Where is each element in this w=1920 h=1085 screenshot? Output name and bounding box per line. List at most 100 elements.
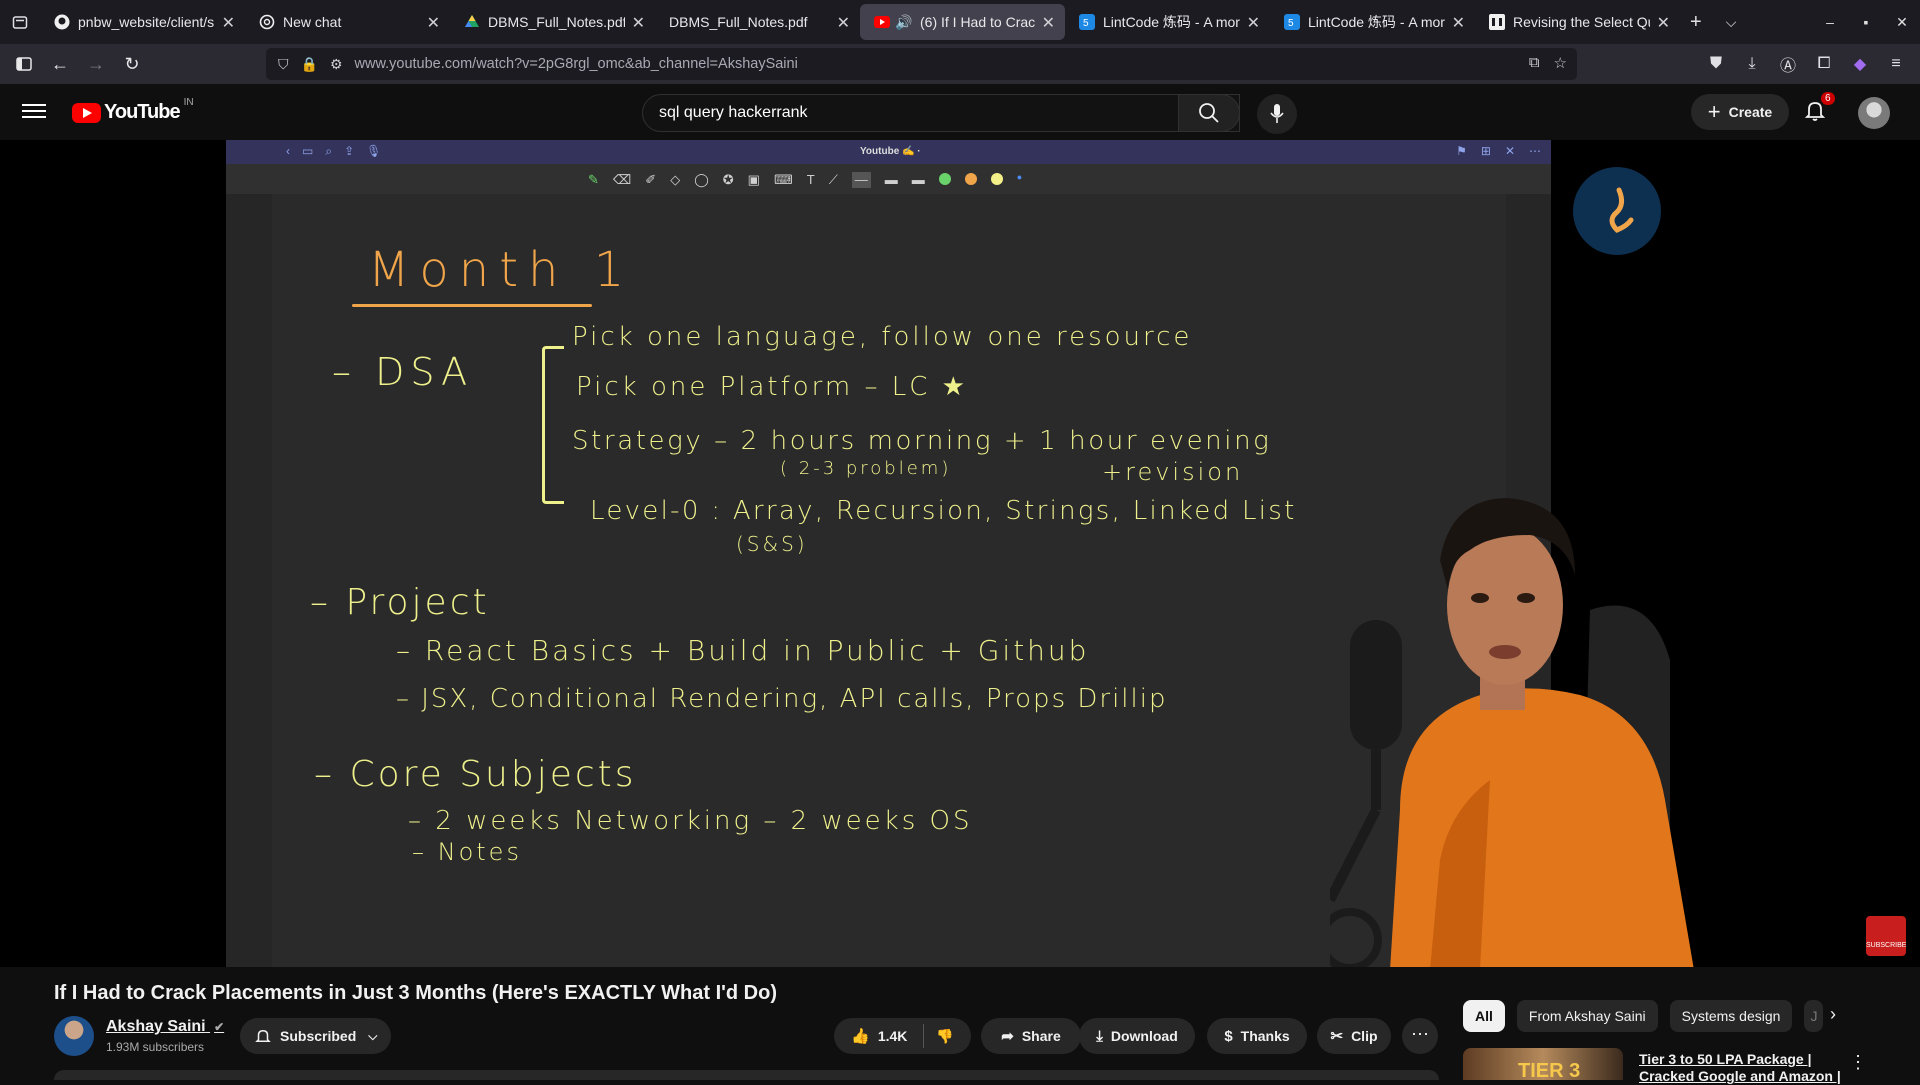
chip-systems-design[interactable]: Systems design [1669, 1000, 1793, 1032]
dsa-item: Strategy – 2 hours morning + 1 hour even… [572, 426, 1272, 456]
channel-watermark[interactable] [1573, 167, 1661, 255]
extensions-icon[interactable]: ⧠ [1810, 55, 1838, 73]
download-icon: ⤓ [1096, 1027, 1103, 1045]
channel-name-text[interactable]: Akshay Saini [106, 1018, 206, 1035]
reload-icon[interactable]: ↻ [114, 48, 150, 80]
dislike-icon[interactable]: 👎 [936, 1028, 953, 1045]
close-tab-icon[interactable]: ✕ [1042, 13, 1055, 33]
share-label: Share [1021, 1028, 1061, 1044]
back-icon[interactable]: ← [42, 48, 78, 80]
voice-search-button[interactable] [1257, 94, 1297, 134]
url-text[interactable]: www.youtube.com/watch?v=2pG8rgl_omc&ab_c… [355, 56, 798, 72]
search-query[interactable]: sql query hackerrank [659, 104, 808, 122]
menu-icon[interactable]: ≡ [1882, 55, 1910, 73]
clip-label: Clip [1351, 1028, 1378, 1044]
subscribe-watermark[interactable]: SUBSCRIBE [1866, 916, 1906, 956]
chip-all[interactable]: All [1463, 1000, 1505, 1032]
dsa-item: Pick one Platform – LC ★ [576, 372, 968, 402]
hamburger-menu-icon[interactable] [22, 100, 46, 124]
line-width-icon: — [851, 172, 871, 188]
youtube-logo[interactable]: YouTube IN [72, 97, 194, 124]
tab-title: DBMS_Full_Notes.pdf [669, 14, 808, 30]
more-vert-icon[interactable]: ⋮ [1849, 1052, 1867, 1073]
back-chevron-icon: ‹ [286, 144, 290, 158]
share-button[interactable]: ➦ Share [981, 1018, 1081, 1054]
close-tab-icon[interactable]: ✕ [837, 13, 850, 33]
description-box[interactable] [54, 1070, 1439, 1080]
sidebar-icon: ▭ [302, 144, 314, 158]
tab-title: pnbw_website/client/src [78, 14, 215, 30]
video-player[interactable]: ‹ ▭ ⌕ ⇪ 🎙 Youtube ✍️ · ⚑ ⊞ ✕ ⋯ ✎ ⌫ ✐ ◇ ◯… [0, 140, 1920, 967]
browser-tab[interactable]: New chat ✕ [245, 4, 450, 40]
recommendation-chips: All From Akshay Saini Systems design J [1463, 1000, 1824, 1032]
like-count[interactable]: 1.4K [878, 1028, 908, 1044]
chip-truncated[interactable]: J [1804, 1000, 1824, 1032]
speaker-icon[interactable]: 🔊 [895, 14, 912, 30]
level-note: (S&S) [736, 532, 808, 556]
account-icon[interactable]: Ⓐ [1774, 52, 1802, 76]
close-window-icon[interactable]: ✕ [1884, 14, 1920, 31]
create-button[interactable]: + Create [1691, 94, 1789, 130]
bookmark-star-icon[interactable]: ☆ [1554, 54, 1567, 72]
create-label: Create [1728, 104, 1773, 120]
like-icon[interactable]: 👍 [851, 1027, 870, 1045]
download-button[interactable]: ⤓ Download [1079, 1018, 1195, 1054]
chip-from-channel[interactable]: From Akshay Saini [1516, 1000, 1658, 1032]
lock-icon[interactable]: 🔒 [301, 56, 318, 73]
watermark-label: SUBSCRIBE [1866, 942, 1907, 949]
browser-tab[interactable]: DBMS_Full_Notes.pdf ✕ [655, 4, 860, 40]
close-tab-icon[interactable]: ✕ [632, 13, 645, 33]
browser-tab[interactable]: 5 LintCode 炼码 - A more ✕ [1270, 4, 1475, 40]
image-icon: ▣ [747, 172, 760, 187]
url-bar[interactable]: ⛉ 🔒 ⚙ www.youtube.com/watch?v=2pG8rgl_om… [266, 48, 1577, 80]
plus-icon: + [1707, 99, 1721, 124]
new-tab-icon[interactable]: + [1690, 11, 1702, 34]
browser-tab[interactable]: DBMS_Full_Notes.pdf - ✕ [450, 4, 655, 40]
shield-icon[interactable]: ⛉ [278, 56, 289, 73]
clip-button[interactable]: ✂ Clip [1317, 1018, 1391, 1054]
close-tab-icon[interactable]: ✕ [222, 13, 235, 33]
project-label: – Project [310, 582, 490, 623]
close-tab-icon[interactable]: ✕ [1657, 13, 1670, 33]
extension-icon[interactable]: ◆ [1846, 54, 1874, 74]
sidebar-toggle-icon[interactable] [6, 48, 42, 80]
channel-name[interactable]: Akshay Saini ✔ [106, 1018, 224, 1036]
channel-avatar[interactable] [54, 1016, 94, 1056]
pocket-icon[interactable]: ⛊ [1702, 55, 1730, 73]
tab-overflow-chevron-icon[interactable]: ⌵ [1726, 14, 1737, 31]
thanks-button[interactable]: $ Thanks [1207, 1018, 1307, 1054]
keyboard-icon: ⌨ [773, 172, 793, 187]
tab-list-icon[interactable] [0, 0, 40, 44]
eraser-icon: ⌫ [612, 172, 632, 187]
color-swatch [990, 173, 1003, 185]
account-avatar[interactable] [1858, 97, 1890, 129]
notifications-button[interactable]: 6 [1803, 92, 1835, 128]
close-tab-icon[interactable]: ✕ [427, 13, 440, 33]
maximize-icon[interactable]: ▪ [1848, 14, 1884, 30]
youtube-wordmark: YouTube [104, 101, 181, 123]
permissions-icon[interactable]: ⚙ [330, 56, 343, 73]
share-icon: ➦ [1001, 1028, 1014, 1045]
search-button[interactable] [1178, 94, 1240, 132]
search-input[interactable]: sql query hackerrank ✕ [642, 94, 1240, 132]
browser-tab[interactable]: pnbw_website/client/src ✕ [40, 4, 245, 40]
chatgpt-icon [259, 14, 275, 30]
search-icon: ⌕ [325, 144, 333, 158]
forward-icon[interactable]: → [78, 48, 114, 80]
more-actions-button[interactable]: ⋯ [1402, 1018, 1438, 1054]
recommended-video[interactable]: TIER 3 Tier 3 to 50 LPA Package | Cracke… [1463, 1048, 1903, 1084]
downloads-icon[interactable]: ⤓ [1738, 55, 1766, 73]
core-item: – 2 weeks Networking – 2 weeks OS [408, 806, 973, 836]
browser-tab[interactable]: 5 LintCode 炼码 - A more ✕ [1065, 4, 1270, 40]
recommended-thumbnail[interactable]: TIER 3 [1463, 1048, 1623, 1080]
close-tab-icon[interactable]: ✕ [1247, 13, 1260, 33]
close-tab-icon[interactable]: ✕ [1452, 13, 1465, 33]
tab-title: New chat [283, 14, 342, 30]
browser-tab-active[interactable]: 🔊 (6) If I Had to Crack ✕ [860, 4, 1065, 40]
picture-in-picture-icon[interactable]: ⧉ [1529, 54, 1540, 72]
minimize-icon[interactable]: – [1812, 14, 1848, 30]
chips-next-chevron-icon[interactable]: › [1830, 1004, 1836, 1025]
tab-title: Revising the Select Que [1513, 14, 1650, 30]
subscribed-button[interactable]: Subscribed ⌵ [240, 1018, 391, 1054]
browser-tab[interactable]: Revising the Select Que ✕ [1475, 4, 1680, 40]
